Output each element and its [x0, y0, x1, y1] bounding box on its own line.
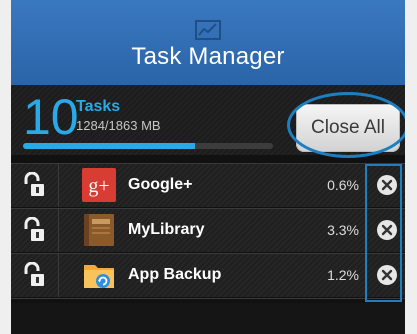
- memory-usage-text: 1284/1863 MB: [76, 118, 161, 133]
- task-manager-screen: Task Manager 10 Tasks 1284/1863 MB Close…: [11, 0, 405, 334]
- task-name: App Backup: [128, 266, 222, 283]
- task-name: MyLibrary: [128, 221, 205, 238]
- footer-area: [11, 303, 405, 334]
- unlock-icon: [24, 217, 44, 241]
- tasks-label: Tasks: [76, 98, 121, 115]
- unlock-icon: [24, 262, 44, 286]
- task-row-google-plus: g+ Google+ 0.6%: [11, 164, 405, 207]
- close-task-button[interactable]: [376, 264, 398, 286]
- backup-folder-icon: [84, 265, 114, 288]
- lock-button[interactable]: [11, 164, 59, 207]
- book-icon: [84, 214, 114, 246]
- memory-progress-fill: [23, 143, 196, 149]
- google-plus-icon: g+: [82, 168, 116, 202]
- header-bar: Task Manager: [11, 0, 405, 85]
- task-usage: 0.6%: [327, 177, 359, 193]
- task-count: 10: [23, 89, 79, 145]
- close-all-button[interactable]: Close All: [296, 104, 400, 152]
- lock-button[interactable]: [11, 254, 59, 297]
- task-usage: 1.2%: [327, 267, 359, 283]
- chart-icon: [195, 20, 221, 40]
- task-usage: 3.3%: [327, 222, 359, 238]
- close-task-button[interactable]: [376, 174, 398, 196]
- lock-button[interactable]: [11, 209, 59, 252]
- task-row-mylibrary: MyLibrary 3.3%: [11, 209, 405, 252]
- row-divider: [11, 298, 405, 299]
- task-name: Google+: [128, 176, 193, 193]
- page-title: Task Manager: [131, 43, 285, 70]
- close-task-button[interactable]: [376, 219, 398, 241]
- svg-text:g+: g+: [88, 175, 109, 197]
- unlock-icon: [24, 172, 44, 196]
- memory-progress-bar: [23, 143, 273, 149]
- task-row-app-backup: App Backup 1.2%: [11, 254, 405, 297]
